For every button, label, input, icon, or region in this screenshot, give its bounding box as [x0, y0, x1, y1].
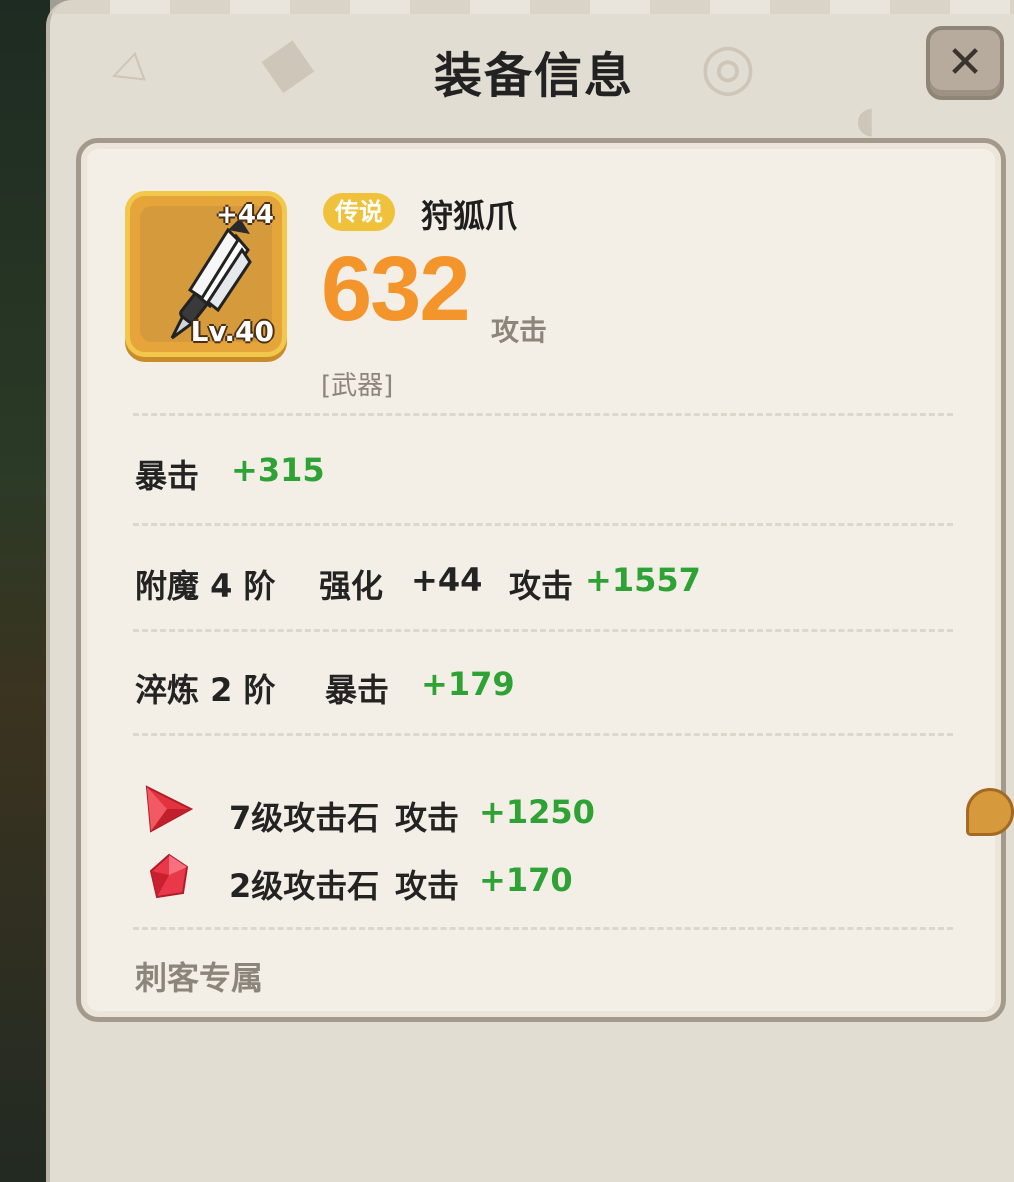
red-gem-icon — [145, 785, 194, 833]
close-icon: ✕ — [946, 37, 984, 88]
enhance-label: 强化 — [319, 567, 384, 605]
chat-bubble-icon[interactable] — [966, 788, 1014, 836]
enhance-value: +44 — [411, 561, 483, 599]
temper-crit-value: +179 — [421, 665, 515, 703]
dialog-title: 装备信息 — [433, 48, 634, 104]
divider — [133, 523, 953, 526]
item-type: [武器] — [321, 371, 394, 401]
divider — [133, 413, 953, 416]
dialog-top-edge — [50, 0, 1014, 14]
gem-2-name: 2级攻击石 — [229, 867, 380, 905]
divider — [133, 629, 953, 632]
decor-pebble-icon: ◖ — [856, 100, 875, 141]
gem-2-value: +170 — [479, 861, 573, 899]
equipment-info-dialog: ◁ ◆ ◎ ◖ 装备信息 ✕ +44 Lv.40 传说 狩狐爪 632 攻击 [… — [46, 0, 1014, 1182]
enchant-attack-label: 攻击 — [509, 567, 574, 605]
temper-crit-label: 暴击 — [325, 671, 390, 709]
divider — [133, 733, 953, 736]
crit-value: +315 — [231, 451, 325, 489]
class-restriction: 刺客专属 — [135, 959, 264, 997]
temper-tier-label: 淬炼 2 阶 — [135, 671, 276, 709]
main-attack-value: 632 — [321, 238, 470, 340]
item-name: 狩狐爪 — [421, 197, 518, 235]
equipment-panel: +44 Lv.40 传说 狩狐爪 632 攻击 [武器] 暴击 +315 附魔 … — [76, 138, 1006, 1022]
main-attack-label: 攻击 — [491, 314, 548, 347]
enchant-attack-value: +1557 — [585, 561, 701, 599]
gem-2-stat: 攻击 — [395, 867, 460, 905]
gem-1-stat: 攻击 — [395, 799, 460, 837]
gem-1-value: +1250 — [479, 793, 595, 831]
rarity-badge: 传说 — [323, 193, 395, 231]
level-badge: Lv.40 — [190, 315, 274, 348]
item-icon-frame[interactable]: +44 Lv.40 — [125, 191, 287, 357]
close-button[interactable]: ✕ — [926, 26, 1004, 100]
enhance-badge: +44 — [216, 200, 274, 230]
crit-label: 暴击 — [135, 457, 200, 495]
red-gem-icon — [149, 853, 189, 899]
divider — [133, 927, 953, 930]
enchant-tier-label: 附魔 4 阶 — [135, 567, 276, 605]
gem-1-name: 7级攻击石 — [229, 799, 380, 837]
